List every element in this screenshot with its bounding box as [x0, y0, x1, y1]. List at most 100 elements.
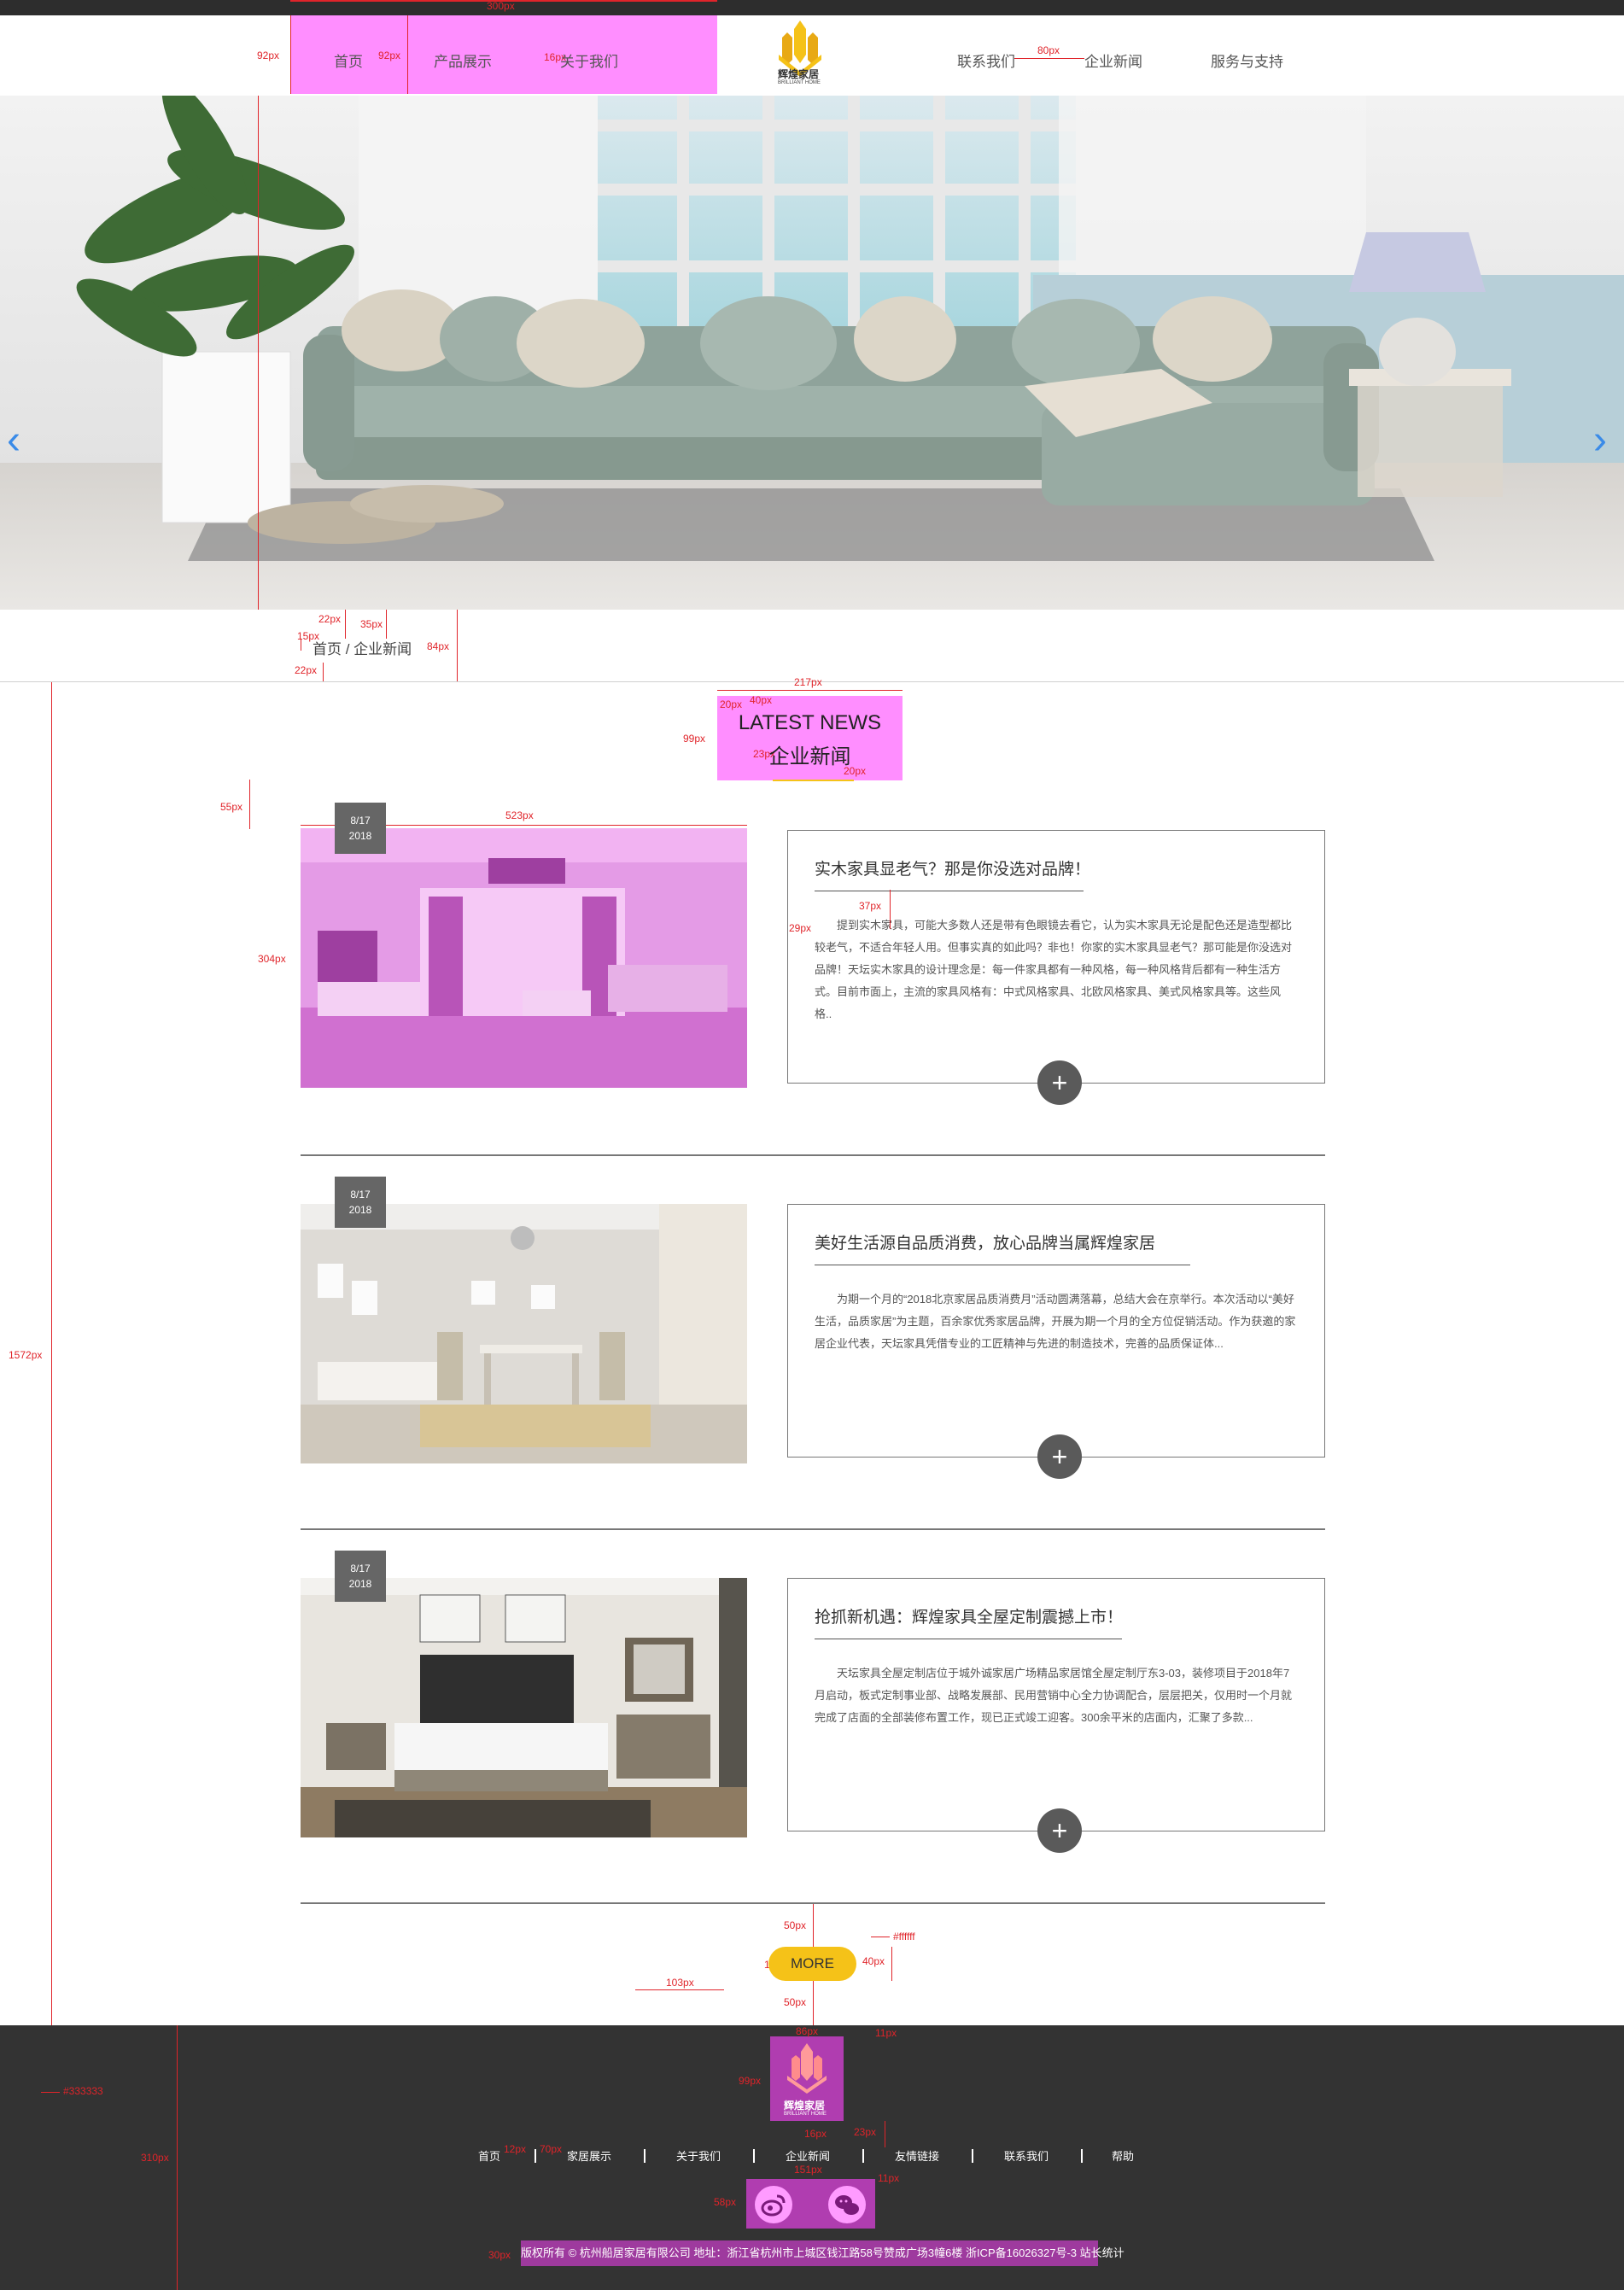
news-title-1[interactable]: 实木家具显老气？那是你没选对品牌！ — [815, 856, 1090, 879]
breadcrumb[interactable]: 首页 / 企业新闻 — [313, 637, 412, 658]
news-image-2[interactable] — [301, 1204, 747, 1463]
news-image-3[interactable] — [301, 1578, 747, 1837]
footer-nav-home[interactable]: 首页 — [478, 2147, 500, 2164]
measure-label: 92px — [378, 50, 401, 61]
more-button[interactable]: MORE — [768, 1947, 856, 1981]
news-expand-button-3[interactable]: + — [1037, 1808, 1082, 1853]
section-title-en: LATEST NEWS — [738, 711, 882, 734]
measure-label: 217px — [794, 676, 822, 688]
measure-label: 300px — [487, 0, 515, 12]
nav-products[interactable]: 产品展示 — [434, 50, 492, 71]
measure-label: 22px — [295, 664, 318, 676]
measure-line — [258, 96, 259, 610]
footer-nav-about[interactable]: 关于我们 — [676, 2147, 721, 2164]
measure-line — [813, 1981, 814, 2025]
measure-label: 20px — [720, 698, 743, 710]
measure-line — [635, 1989, 724, 1990]
news-date-year: 2018 — [348, 830, 372, 842]
measure-line — [323, 663, 324, 681]
measure-label: 1572px — [9, 1349, 43, 1361]
news-date-year: 2018 — [348, 1204, 372, 1216]
footer-logo-subtext: BRILLIANT HOME — [784, 2112, 827, 2117]
measure-label: 55px — [220, 801, 243, 813]
brand-logo[interactable]: 辉煌家居 BRILLIANT HOME — [770, 17, 830, 89]
news-date-monthday: 8/17 — [350, 1189, 371, 1200]
wechat-glyph-icon — [835, 2195, 859, 2215]
dining-room-photo — [301, 1204, 747, 1463]
banner-next-arrow-icon[interactable]: › — [1593, 420, 1607, 461]
news-date-badge-1: 8/17 2018 — [335, 803, 386, 854]
news-excerpt-2: 为期一个月的“2018北京家居品质消费月”活动圆满落幕，总结大会在京举行。本次活… — [815, 1293, 1296, 1350]
footer-logo-text: 辉煌家居 — [784, 2100, 826, 2112]
measure-label: 84px — [427, 640, 450, 652]
news-date-monthday: 8/17 — [350, 1563, 371, 1574]
measure-label: 304px — [258, 953, 286, 965]
measure-label: 99px — [683, 733, 706, 745]
footer-nav-contact[interactable]: 联系我们 — [1004, 2147, 1049, 2164]
banner-prev-arrow-icon[interactable]: ‹ — [7, 420, 20, 461]
measure-line — [891, 1947, 892, 1981]
measure-label: 37px — [859, 900, 882, 912]
news-title-3[interactable]: 抢抓新机遇：辉煌家具全屋定制震撼上市！ — [815, 1604, 1123, 1627]
measure-line — [41, 2092, 60, 2093]
social-links — [746, 2179, 875, 2229]
top-strip: 300px — [0, 0, 1624, 15]
measure-label: 40px — [862, 1955, 885, 1967]
nav-contact[interactable]: 联系我们 — [957, 50, 1015, 71]
weibo-icon[interactable] — [755, 2186, 792, 2223]
measure-label: 22px — [318, 613, 342, 625]
measure-label: #ffffff — [893, 1931, 915, 1942]
nav-about[interactable]: 关于我们 — [560, 50, 618, 71]
measure-label: 50px — [784, 1996, 807, 2008]
nav-home[interactable]: 首页 — [334, 50, 363, 71]
footer-nav-separator — [644, 2149, 646, 2163]
measure-label: #333333 — [63, 2085, 103, 2097]
measure-label: 16px — [804, 2128, 827, 2140]
nav-service[interactable]: 服务与支持 — [1211, 50, 1283, 71]
news-separator — [301, 1528, 1325, 1530]
measure-line — [386, 610, 387, 639]
news-expand-button-2[interactable]: + — [1037, 1434, 1082, 1479]
measure-label: 30px — [488, 2249, 511, 2261]
measure-line — [51, 682, 52, 2025]
footer-logo[interactable]: 辉煌家居 BRILLIANT HOME — [770, 2036, 844, 2121]
footer-nav-news[interactable]: 企业新闻 — [786, 2147, 830, 2164]
wechat-icon[interactable] — [828, 2186, 866, 2223]
measure-label: 310px — [141, 2152, 169, 2164]
weibo-glyph-icon — [761, 2194, 786, 2217]
footer-nav-links[interactable]: 友情链接 — [895, 2147, 939, 2164]
measure-label: 29px — [789, 922, 812, 934]
measure-line — [345, 610, 346, 639]
measure-label: 40px — [750, 694, 773, 706]
news-excerpt-3: 天坛家具全屋定制店位于城外诚家居广场精品家居馆全屋定制厅东3-03，装修项目于2… — [815, 1667, 1293, 1724]
footer-nav-separator — [862, 2149, 864, 2163]
measure-label: 58px — [714, 2196, 737, 2208]
news-expand-button-1[interactable]: + — [1037, 1060, 1082, 1105]
measure-label: 92px — [257, 50, 280, 61]
footer-nav-separator — [753, 2149, 755, 2163]
measure-label: 99px — [739, 2075, 762, 2087]
measure-label: 86px — [796, 2025, 819, 2037]
news-title-2[interactable]: 美好生活源自品质消费，放心品牌当属辉煌家居 — [815, 1230, 1155, 1253]
news-card-2: 美好生活源自品质消费，放心品牌当属辉煌家居 为期一个月的“2018北京家居品质消… — [787, 1204, 1325, 1458]
footer-nav-help[interactable]: 帮助 — [1112, 2147, 1134, 2164]
hero-banner: ‹ › — [0, 96, 1624, 610]
living-room-image — [0, 96, 1624, 610]
footer-nav-separator — [1081, 2149, 1083, 2163]
logo-subtext: BRILLIANT HOME — [778, 80, 821, 85]
logo-text: 辉煌家居 — [778, 68, 820, 80]
measure-label: 103px — [666, 1977, 694, 1989]
news-image-1[interactable] — [301, 828, 747, 1088]
bedroom-photo — [301, 828, 747, 1088]
news-date-badge-3: 8/17 2018 — [335, 1551, 386, 1602]
copyright-text: 版权所有 © 杭州船居家居有限公司 地址：浙江省杭州市上城区钱江路58号赞成广场… — [521, 2240, 1125, 2266]
measure-line — [457, 610, 458, 681]
measure-line — [407, 15, 408, 94]
footer-nav-products[interactable]: 家居展示 — [567, 2147, 611, 2164]
measure-line — [249, 780, 250, 829]
measure-label: 80px — [1037, 44, 1060, 56]
section-title-underline — [773, 780, 854, 781]
nav-news[interactable]: 企业新闻 — [1084, 50, 1142, 71]
measure-line — [717, 690, 903, 691]
measure-label: 50px — [784, 1919, 807, 1931]
